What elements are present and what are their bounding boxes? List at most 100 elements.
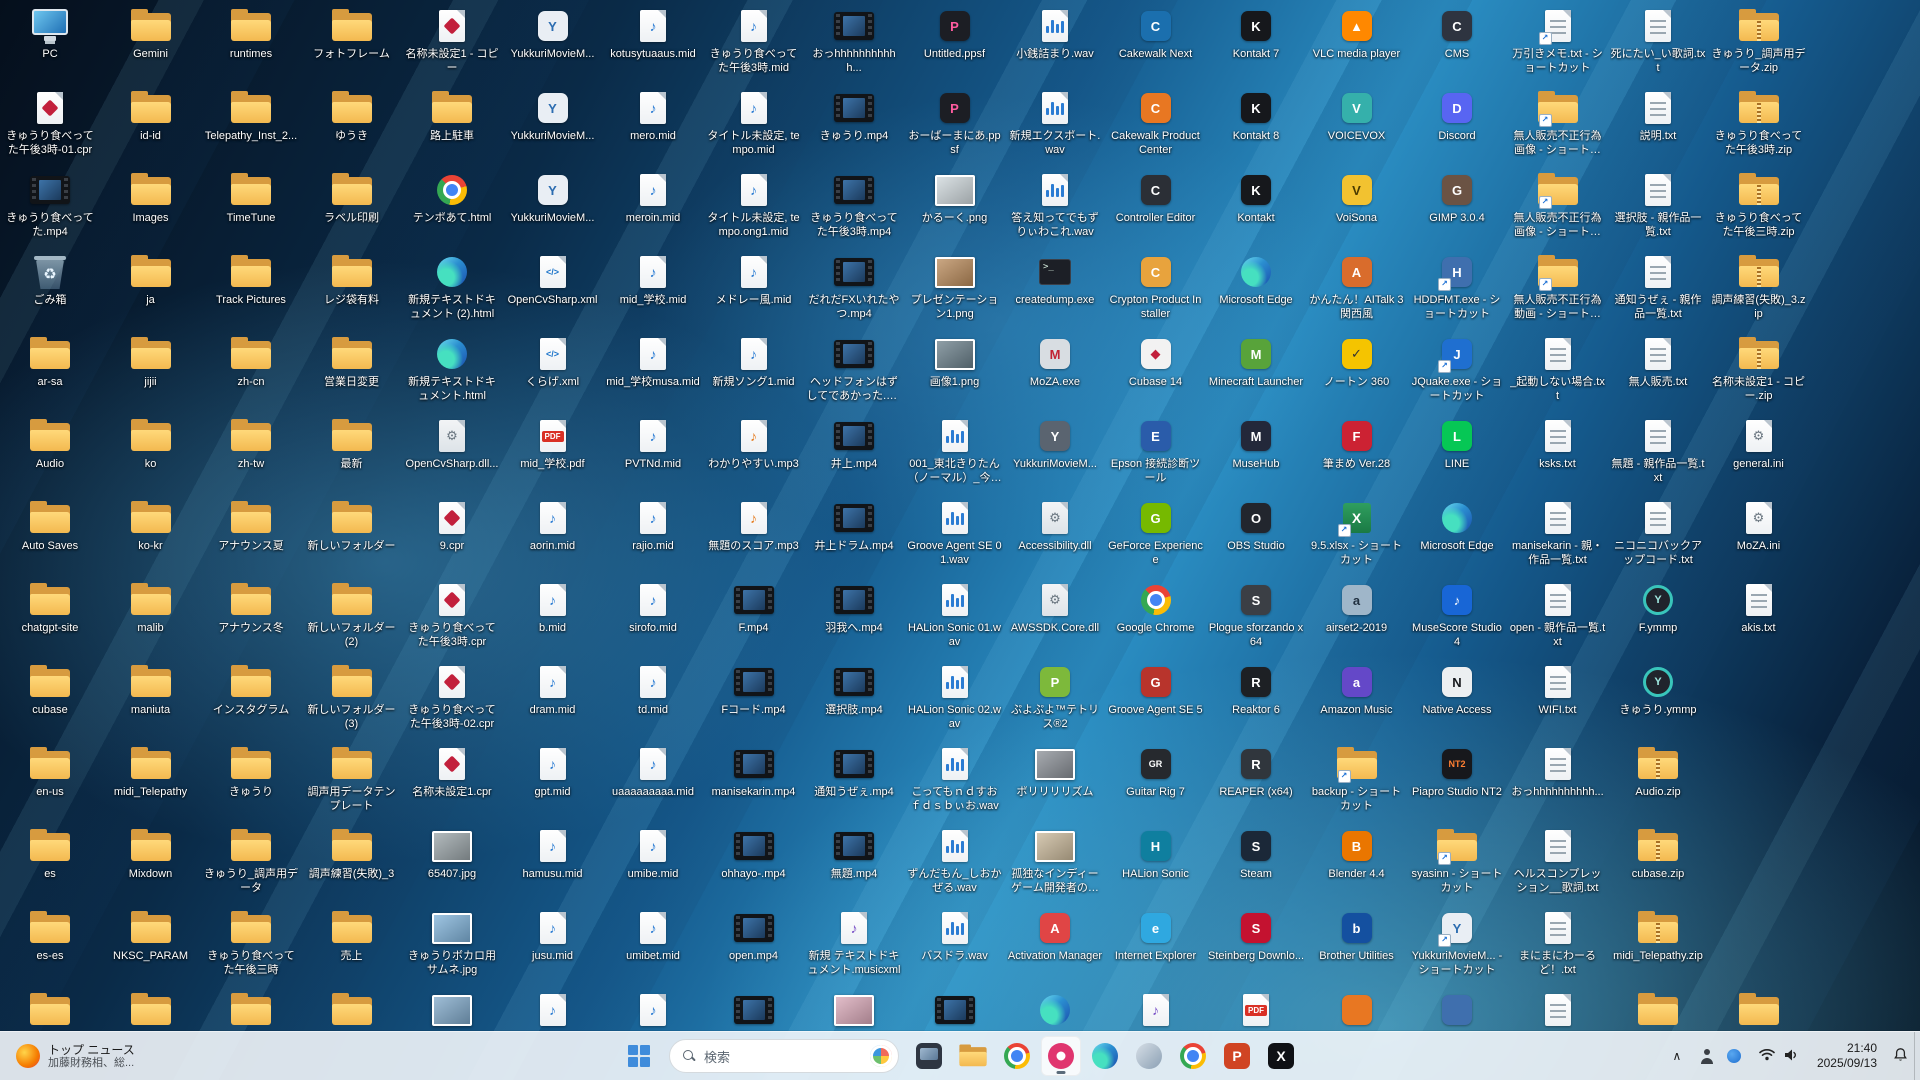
desktop-icon[interactable]: 通知うぜぇ.mp4 <box>806 744 902 824</box>
desktop-icon[interactable]: ♪新規ソング1.mid <box>706 334 802 414</box>
desktop-icon[interactable]: NKSC_PARAM <box>103 908 199 988</box>
desktop-icon[interactable]: まにまにわーるど！.txt <box>1510 908 1606 988</box>
desktop-icon[interactable]: 新しいフォルダー (3) <box>304 662 400 742</box>
desktop-icon[interactable]: YYukkuriMovieM... <box>505 88 601 168</box>
desktop-icon[interactable]: ラベル印刷 <box>304 170 400 250</box>
desktop-icon[interactable]: きゅうり_調声用データ <box>203 826 299 906</box>
desktop-icon[interactable]: KKontakt 7 <box>1208 6 1304 86</box>
desktop-icon[interactable]: J↗JQuake.exe - ショートカット <box>1409 334 1505 414</box>
desktop-icon[interactable]: ♪mid_学校.mid <box>605 252 701 332</box>
desktop-icon[interactable]: 新しいフォルダー <box>304 498 400 578</box>
desktop-icon[interactable]: Pおーばーまにあ.ppsf <box>907 88 1003 168</box>
desktop-icon[interactable]: 新規テキストドキュメント.html <box>404 334 500 414</box>
desktop-icon[interactable]: Mixdown <box>103 826 199 906</box>
desktop-icon[interactable]: ♪mid_学校musa.mid <box>605 334 701 414</box>
desktop-icon[interactable]: ♪sirofo.mid <box>605 580 701 660</box>
desktop-icon[interactable]: ◆Cubase 14 <box>1108 334 1204 414</box>
desktop-icon[interactable]: 通知うぜぇ - 親作品一覧.txt <box>1610 252 1706 332</box>
desktop-icon[interactable]: YF.ymmp <box>1610 580 1706 660</box>
desktop-icon[interactable]: Aかんたん！AITalk 3 関西風 <box>1309 252 1405 332</box>
desktop-icon[interactable]: きゅうり食べってた午後3時-02.cpr <box>404 662 500 742</box>
desktop-icon[interactable]: プレゼンテーション1.png <box>907 252 1003 332</box>
desktop-icon[interactable]: ニコニコバックアップコード.txt <box>1610 498 1706 578</box>
desktop-icon[interactable]: id-id <box>103 88 199 168</box>
desktop-icon[interactable]: ↗syasinn - ショートカット <box>1409 826 1505 906</box>
desktop-icon[interactable]: ♪rajio.mid <box>605 498 701 578</box>
widgets-button[interactable]: トップ ニュース 加藤財務相、総... <box>8 1036 143 1076</box>
desktop-icon[interactable]: Microsoft Edge <box>1409 498 1505 578</box>
desktop-icon[interactable]: ♪新規 テキストドキュメント.musicxml <box>806 908 902 988</box>
desktop-icon[interactable]: 新しいフォルダー (2) <box>304 580 400 660</box>
desktop-icon[interactable]: EEpson 接続診断ツール <box>1108 416 1204 496</box>
desktop-icon[interactable]: ♪aorin.mid <box>505 498 601 578</box>
desktop-icon[interactable]: YYukkuriMovieM... <box>505 170 601 250</box>
desktop-icon[interactable]: GRGuitar Rig 7 <box>1108 744 1204 824</box>
desktop-icon[interactable]: maniuta <box>103 662 199 742</box>
desktop-icon[interactable]: 説明.txt <box>1610 88 1706 168</box>
desktop-icon[interactable]: F筆まめ Ver.28 <box>1309 416 1405 496</box>
desktop-icon[interactable]: en-us <box>2 744 98 824</box>
desktop-icon[interactable]: ♪b.mid <box>505 580 601 660</box>
desktop-icon[interactable]: cubase <box>2 662 98 742</box>
desktop-icon[interactable]: </>OpenCvSharp.xml <box>505 252 601 332</box>
desktop-icon[interactable]: ♪uaaaaaaaaa.mid <box>605 744 701 824</box>
desktop-icon[interactable]: ♪わかりやすい.mp3 <box>706 416 802 496</box>
desktop-icon[interactable]: OOBS Studio <box>1208 498 1304 578</box>
desktop-icon[interactable]: HALion Sonic 02.wav <box>907 662 1003 742</box>
desktop-icon[interactable]: ♪umibe.mid <box>605 826 701 906</box>
desktop-icon[interactable]: 9.cpr <box>404 498 500 578</box>
desktop-icon[interactable]: chatgpt-site <box>2 580 98 660</box>
desktop-icon[interactable]: bBrother Utilities <box>1309 908 1405 988</box>
desktop-icon[interactable]: CCMS <box>1409 6 1505 86</box>
desktop-icon[interactable]: ♪kotusytuaaus.mid <box>605 6 701 86</box>
desktop-icon[interactable]: 路上駐車 <box>404 88 500 168</box>
desktop-icon[interactable]: malib <box>103 580 199 660</box>
desktop-icon[interactable]: ヘルスコンプレッション__歌詞.txt <box>1510 826 1606 906</box>
desktop-icon[interactable]: きゅうり食べってた午後3時.zip <box>1711 88 1807 168</box>
desktop-icon[interactable]: ja <box>103 252 199 332</box>
desktop-icon[interactable]: テンポあて.html <box>404 170 500 250</box>
desktop-icon[interactable]: ♪gpt.mid <box>505 744 601 824</box>
desktop-icon[interactable]: きゅうり食べってた午後三時.zip <box>1711 170 1807 250</box>
desktop-icon[interactable]: ⚙general.ini <box>1711 416 1807 496</box>
desktop-icon[interactable]: きゅうり食べってた午後3時.mp4 <box>806 170 902 250</box>
desktop-icon[interactable]: ずんだもん_しおかぜる.wav <box>907 826 1003 906</box>
desktop-icon[interactable]: ♪umibet.mid <box>605 908 701 988</box>
desktop-icon[interactable]: 選択肢 - 親作品一覧.txt <box>1610 170 1706 250</box>
desktop-icon[interactable]: DDiscord <box>1409 88 1505 168</box>
desktop-icon[interactable]: KKontakt 8 <box>1208 88 1304 168</box>
desktop-icon[interactable]: 死にたい_い歌詞.txt <box>1610 6 1706 86</box>
edge-taskbar-button[interactable] <box>1085 1036 1125 1076</box>
desktop-icon[interactable]: NT2Piapro Studio NT2 <box>1409 744 1505 824</box>
desktop-icon[interactable]: ♪meroin.mid <box>605 170 701 250</box>
desktop-icon[interactable]: PUntitled.ppsf <box>907 6 1003 86</box>
desktop-icon[interactable]: 調声練習(失敗)_3.zip <box>1711 252 1807 332</box>
desktop-icon[interactable]: ▲VLC media player <box>1309 6 1405 86</box>
desktop-icon[interactable]: きゅうり食べってた.mp4 <box>2 170 98 250</box>
desktop-icon[interactable]: 小銭詰まり.wav <box>1007 6 1103 86</box>
desktop-icon[interactable]: Y↗YukkuriMovieM... - ショートカット <box>1409 908 1505 988</box>
desktop-icon[interactable]: 名称未設定1 - コピー.zip <box>1711 334 1807 414</box>
desktop-icon[interactable]: HALion Sonic 01.wav <box>907 580 1003 660</box>
desktop-icon[interactable]: akis.txt <box>1711 580 1807 660</box>
desktop-icon[interactable]: 無題.mp4 <box>806 826 902 906</box>
desktop-icon[interactable]: ⚙AWSSDK.Core.dll <box>1007 580 1103 660</box>
desktop-icon[interactable]: ⚙MoZA.ini <box>1711 498 1807 578</box>
desktop-icon[interactable]: アナウンス冬 <box>203 580 299 660</box>
desktop-icon[interactable]: NNative Access <box>1409 662 1505 742</box>
desktop-icon[interactable]: 画像1.png <box>907 334 1003 414</box>
desktop-icon[interactable]: aairset2-2019 <box>1309 580 1405 660</box>
desktop-icon[interactable]: 羽我へ.mp4 <box>806 580 902 660</box>
desktop-icon[interactable]: _起動しない場合.txt <box>1510 334 1606 414</box>
desktop-icon[interactable]: ♪dram.mid <box>505 662 601 742</box>
desktop-icon[interactable]: 無人販売.txt <box>1610 334 1706 414</box>
desktop-icon[interactable]: かるーく.png <box>907 170 1003 250</box>
desktop-icon[interactable]: eInternet Explorer <box>1108 908 1204 988</box>
desktop-icon[interactable]: きゅうり食べってた午後三時 <box>203 908 299 988</box>
person-tray-icon[interactable] <box>1700 1049 1715 1064</box>
desktop-icon[interactable]: ♪td.mid <box>605 662 701 742</box>
desktop-icon[interactable]: 調声用データテンプレート <box>304 744 400 824</box>
desktop-icon[interactable]: runtimes <box>203 6 299 86</box>
desktop-icon[interactable]: ko-kr <box>103 498 199 578</box>
desktop-icon[interactable]: manisekarin.mp4 <box>706 744 802 824</box>
